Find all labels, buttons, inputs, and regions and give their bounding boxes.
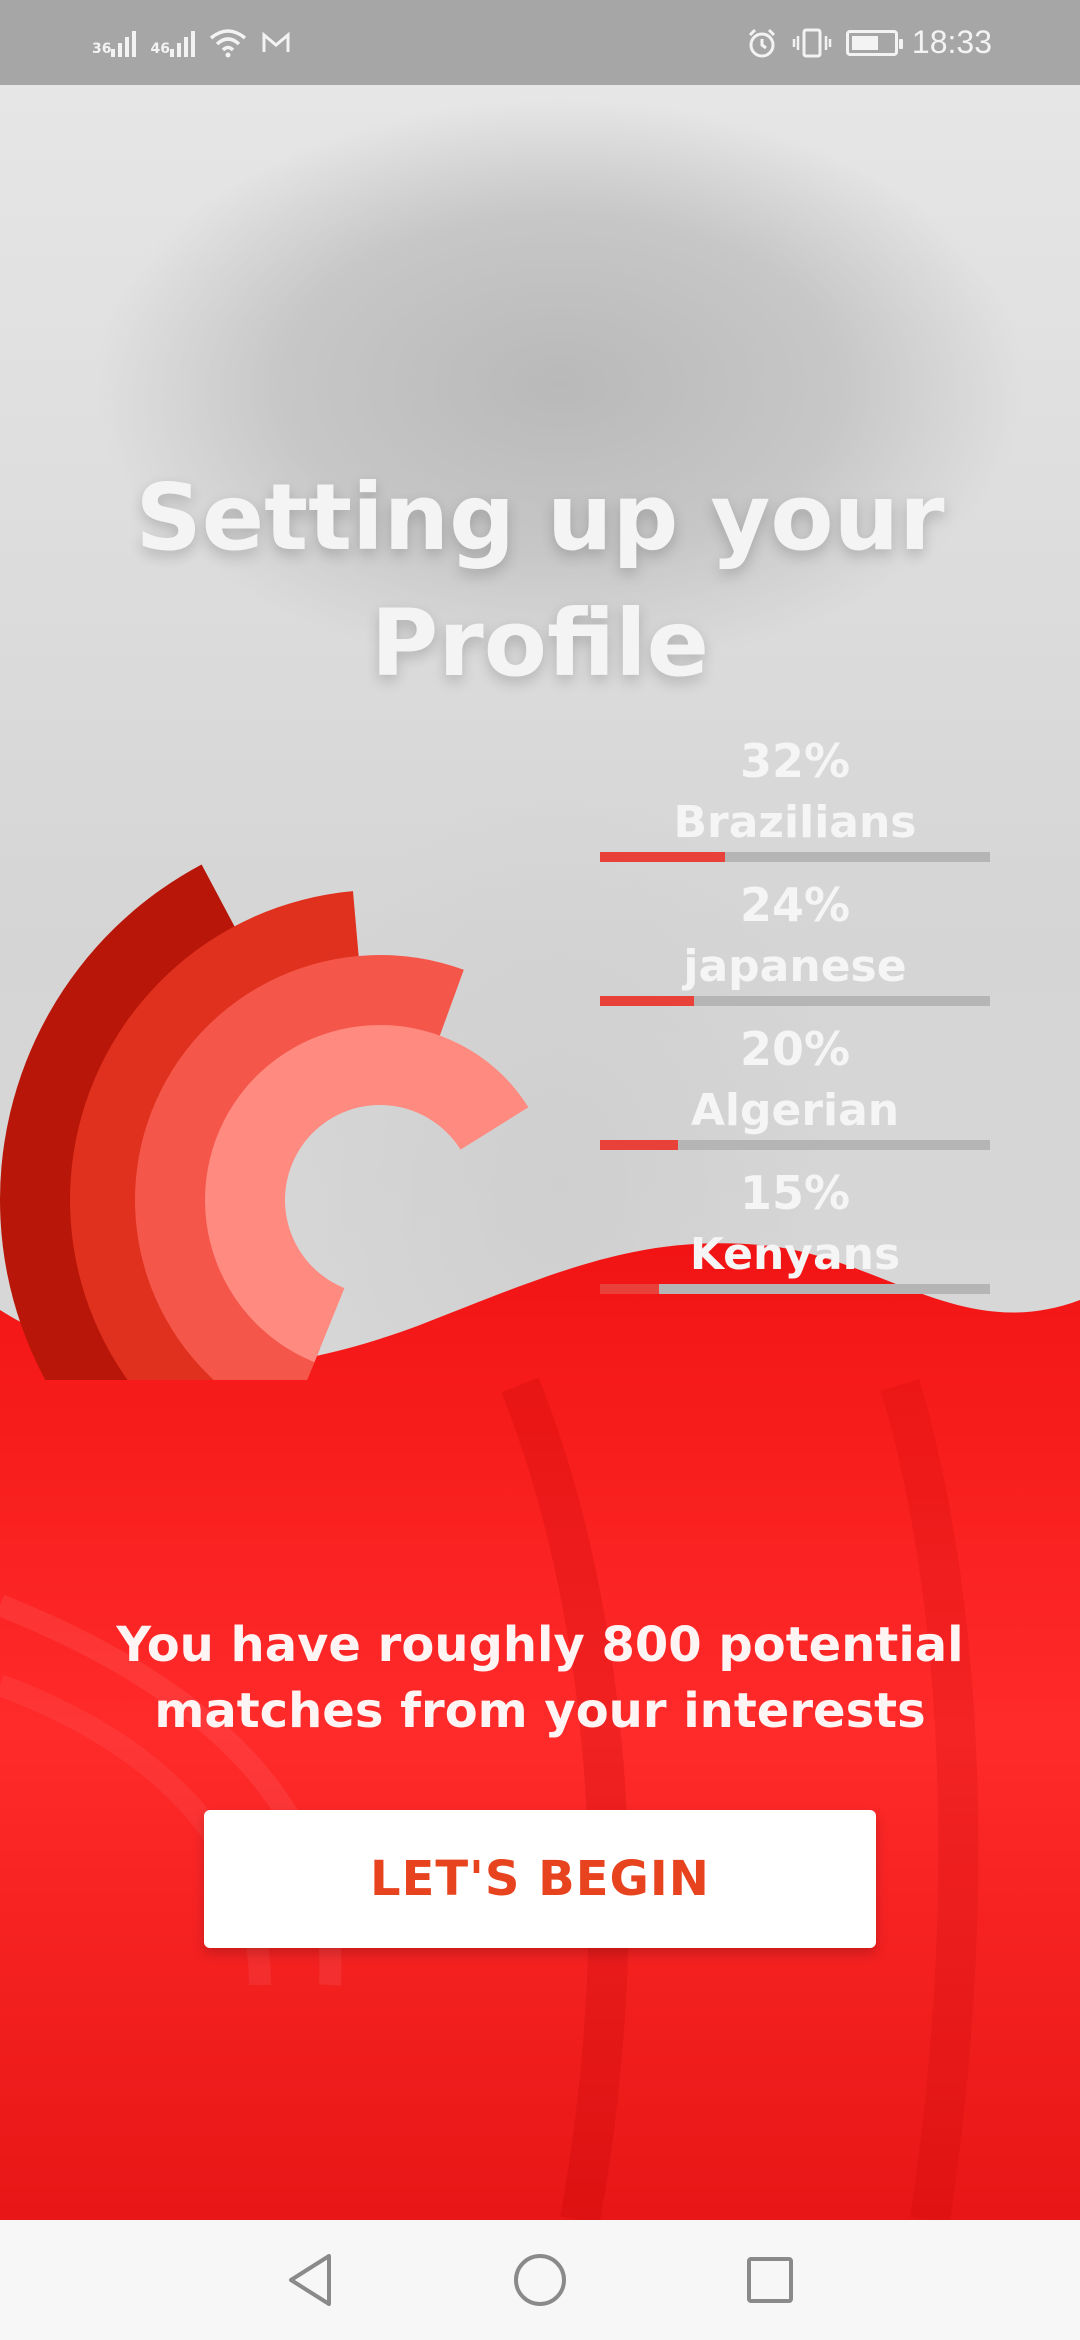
battery-level — [851, 35, 878, 50]
vibrate-icon — [792, 28, 832, 57]
stat-progress-track — [600, 996, 990, 1006]
summary-line-2: matches from your interests — [154, 1683, 926, 1739]
stat-percent: 15% — [739, 1166, 851, 1220]
stat-item: 24% japanese — [600, 874, 990, 1018]
stat-progress-track — [600, 1140, 990, 1150]
stat-percent: 32% — [739, 734, 851, 788]
wifi-icon — [209, 28, 247, 57]
network-type-2: 46 — [150, 40, 170, 57]
system-nav-bar — [0, 2220, 1080, 2340]
alarm-icon — [748, 28, 775, 57]
stat-progress-track — [600, 852, 990, 862]
stat-label: Brazilians — [673, 797, 917, 848]
stat-progress-fill — [600, 996, 694, 1006]
signal-icon: 36 — [92, 29, 137, 57]
nationality-stats: 32% Brazilians 24% japanese 20% Algerian… — [600, 730, 990, 1306]
lets-begin-button[interactable]: LET'S BEGIN — [204, 1810, 876, 1948]
stat-item: 20% Algerian — [600, 1018, 990, 1162]
title-line-2: Profile — [370, 590, 710, 697]
recents-button[interactable] — [740, 2250, 800, 2310]
back-button[interactable] — [280, 2250, 340, 2310]
network-type-1: 36 — [92, 40, 112, 57]
stat-label: Kenyans — [689, 1229, 901, 1280]
clock: 18:33 — [911, 24, 992, 60]
stat-progress-track — [600, 1284, 990, 1294]
battery-icon — [845, 29, 903, 56]
status-right: 18:33 — [746, 24, 992, 61]
stat-label: Algerian — [690, 1085, 900, 1136]
stat-progress-fill — [600, 1140, 678, 1150]
signal-icon: 46 — [150, 29, 195, 57]
stat-item: 15% Kenyans — [600, 1162, 990, 1306]
stat-progress-fill — [600, 1284, 659, 1294]
title-line-1: Setting up your — [135, 464, 945, 571]
home-button[interactable] — [510, 2250, 570, 2310]
match-arc-chart — [0, 864, 529, 1380]
matches-summary: You have roughly 800 potential matches f… — [0, 1612, 1080, 1744]
status-bar: 36 46 18:33 — [0, 0, 1080, 85]
page-title: Setting up your Profile — [0, 455, 1080, 707]
stat-percent: 20% — [739, 1022, 851, 1076]
gmail-icon — [262, 31, 290, 52]
status-left: 36 46 — [92, 28, 291, 58]
stat-item: 32% Brazilians — [600, 730, 990, 874]
stat-percent: 24% — [739, 878, 851, 932]
stat-progress-fill — [600, 852, 725, 862]
back-icon — [289, 2254, 331, 2306]
stat-label: japanese — [683, 941, 907, 992]
summary-line-1: You have roughly 800 potential — [116, 1617, 964, 1673]
recents-icon — [747, 2257, 793, 2303]
home-icon — [514, 2254, 566, 2306]
